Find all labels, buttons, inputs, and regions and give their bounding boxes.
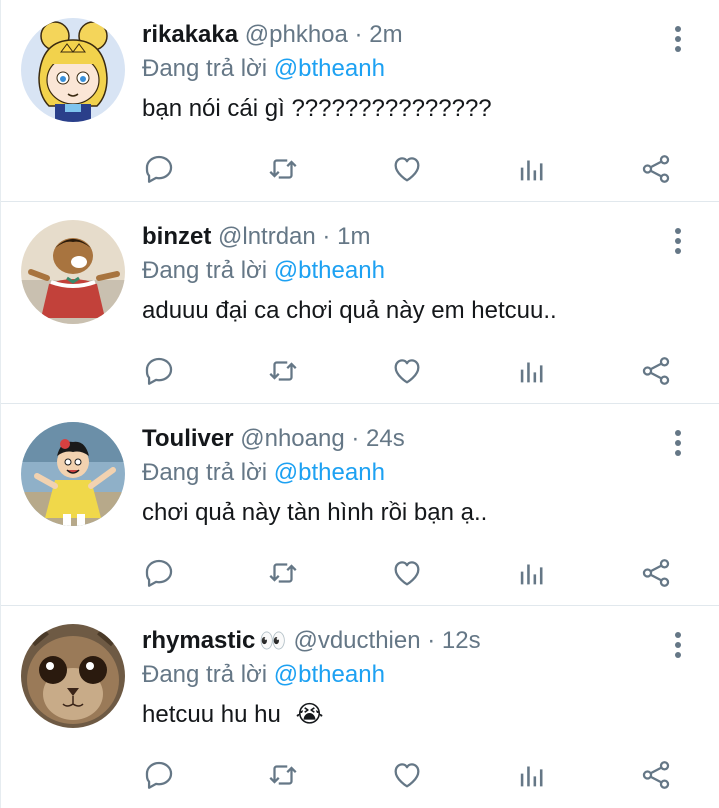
reply-icon[interactable] bbox=[142, 556, 176, 590]
tweet-header: rikakaka @phkhoa · 2m bbox=[142, 18, 659, 52]
tweet-card[interactable]: Touliver @nhoang · 24s Đang trả lời @bth… bbox=[1, 404, 719, 606]
retweet-icon[interactable] bbox=[266, 354, 300, 388]
replying-to-line: Đang trả lời @btheanh bbox=[142, 658, 659, 692]
replying-to-label: Đang trả lời bbox=[142, 55, 268, 82]
reply-timeline: rikakaka @phkhoa · 2m Đang trả lời @bthe… bbox=[0, 0, 719, 808]
separator: · bbox=[427, 627, 436, 654]
reply-mention-link[interactable]: @btheanh bbox=[274, 257, 385, 284]
separator: · bbox=[354, 21, 363, 48]
tweet-actions bbox=[142, 758, 682, 794]
heart-icon[interactable] bbox=[390, 556, 424, 590]
more-vertical-icon[interactable] bbox=[673, 430, 683, 458]
tweet-actions bbox=[142, 152, 682, 188]
display-name[interactable]: binzet bbox=[142, 223, 211, 250]
more-vertical-icon[interactable] bbox=[673, 632, 683, 660]
user-handle[interactable]: @phkhoa bbox=[245, 21, 348, 48]
tweet-text: aduuu đại ca chơi quả này em hetcuu.. bbox=[142, 297, 557, 324]
tweet-content: Touliver @nhoang · 24s Đang trả lời @bth… bbox=[142, 422, 659, 530]
reply-mention-link[interactable]: @btheanh bbox=[274, 55, 385, 82]
more-vertical-icon[interactable] bbox=[673, 228, 683, 256]
avatar[interactable] bbox=[21, 220, 125, 324]
tweet-time[interactable]: 2m bbox=[369, 21, 402, 48]
tweet-header: Touliver @nhoang · 24s bbox=[142, 422, 659, 456]
tweet-actions bbox=[142, 556, 682, 592]
share-icon[interactable] bbox=[639, 758, 673, 792]
heart-icon[interactable] bbox=[390, 354, 424, 388]
user-handle[interactable]: @nhoang bbox=[240, 425, 344, 452]
share-icon[interactable] bbox=[639, 152, 673, 186]
separator: · bbox=[322, 223, 331, 250]
heart-icon[interactable] bbox=[390, 758, 424, 792]
reply-mention-link[interactable]: @btheanh bbox=[274, 661, 385, 688]
eyes-emoji: 👀 bbox=[259, 628, 287, 653]
replying-to-label: Đang trả lời bbox=[142, 257, 268, 284]
stats-icon[interactable] bbox=[515, 758, 549, 792]
tweet-time[interactable]: 1m bbox=[337, 223, 370, 250]
display-name[interactable]: rhymastic bbox=[142, 627, 255, 654]
tweet-content: rhymastic 👀 @vducthien · 12s Đang trả lời… bbox=[142, 624, 659, 732]
avatar[interactable] bbox=[21, 422, 125, 526]
tweet-card[interactable]: rikakaka @phkhoa · 2m Đang trả lời @bthe… bbox=[1, 0, 719, 202]
heart-icon[interactable] bbox=[390, 152, 424, 186]
more-vertical-icon[interactable] bbox=[673, 26, 683, 54]
tweet-text-body: hetcuu hu hu bbox=[142, 701, 281, 728]
retweet-icon[interactable] bbox=[266, 152, 300, 186]
tweet-card[interactable]: binzet @lntrdan · 1m Đang trả lời @bthea… bbox=[1, 202, 719, 404]
stats-icon[interactable] bbox=[515, 556, 549, 590]
retweet-icon[interactable] bbox=[266, 758, 300, 792]
tweet-card[interactable]: rhymastic 👀 @vducthien · 12s Đang trả lời… bbox=[1, 606, 719, 808]
avatar[interactable] bbox=[21, 624, 125, 728]
stats-icon[interactable] bbox=[515, 354, 549, 388]
tweet-header: binzet @lntrdan · 1m bbox=[142, 220, 659, 254]
tweet-content: binzet @lntrdan · 1m Đang trả lời @bthea… bbox=[142, 220, 659, 328]
avatar[interactable] bbox=[21, 18, 125, 122]
replying-to-line: Đang trả lời @btheanh bbox=[142, 456, 659, 490]
replying-to-line: Đang trả lời @btheanh bbox=[142, 52, 659, 86]
user-handle[interactable]: @lntrdan bbox=[218, 223, 316, 250]
share-icon[interactable] bbox=[639, 556, 673, 590]
share-icon[interactable] bbox=[639, 354, 673, 388]
tweet-text: bạn nói cái gì ??????????????? bbox=[142, 95, 492, 122]
reply-mention-link[interactable]: @btheanh bbox=[274, 459, 385, 486]
tweet-time[interactable]: 24s bbox=[366, 425, 405, 452]
replying-to-label: Đang trả lời bbox=[142, 459, 268, 486]
tweet-content: rikakaka @phkhoa · 2m Đang trả lời @bthe… bbox=[142, 18, 659, 126]
tweet-time[interactable]: 12s bbox=[442, 627, 481, 654]
replying-to-line: Đang trả lời @btheanh bbox=[142, 254, 659, 288]
tweet-text: hetcuu hu hu 😭 bbox=[142, 698, 659, 732]
tweet-text: chơi quả này tàn hình rồi bạn ạ.. bbox=[142, 499, 488, 526]
user-handle[interactable]: @vducthien bbox=[293, 627, 420, 654]
reply-icon[interactable] bbox=[142, 758, 176, 792]
display-name[interactable]: rikakaka bbox=[142, 21, 238, 48]
stats-icon[interactable] bbox=[515, 152, 549, 186]
reply-icon[interactable] bbox=[142, 354, 176, 388]
separator: · bbox=[351, 425, 360, 452]
retweet-icon[interactable] bbox=[266, 556, 300, 590]
crying-emoji: 😭 bbox=[295, 701, 324, 728]
tweet-actions bbox=[142, 354, 682, 390]
display-name[interactable]: Touliver bbox=[142, 425, 234, 452]
replying-to-label: Đang trả lời bbox=[142, 661, 268, 688]
reply-icon[interactable] bbox=[142, 152, 176, 186]
tweet-header: rhymastic 👀 @vducthien · 12s bbox=[142, 624, 659, 658]
